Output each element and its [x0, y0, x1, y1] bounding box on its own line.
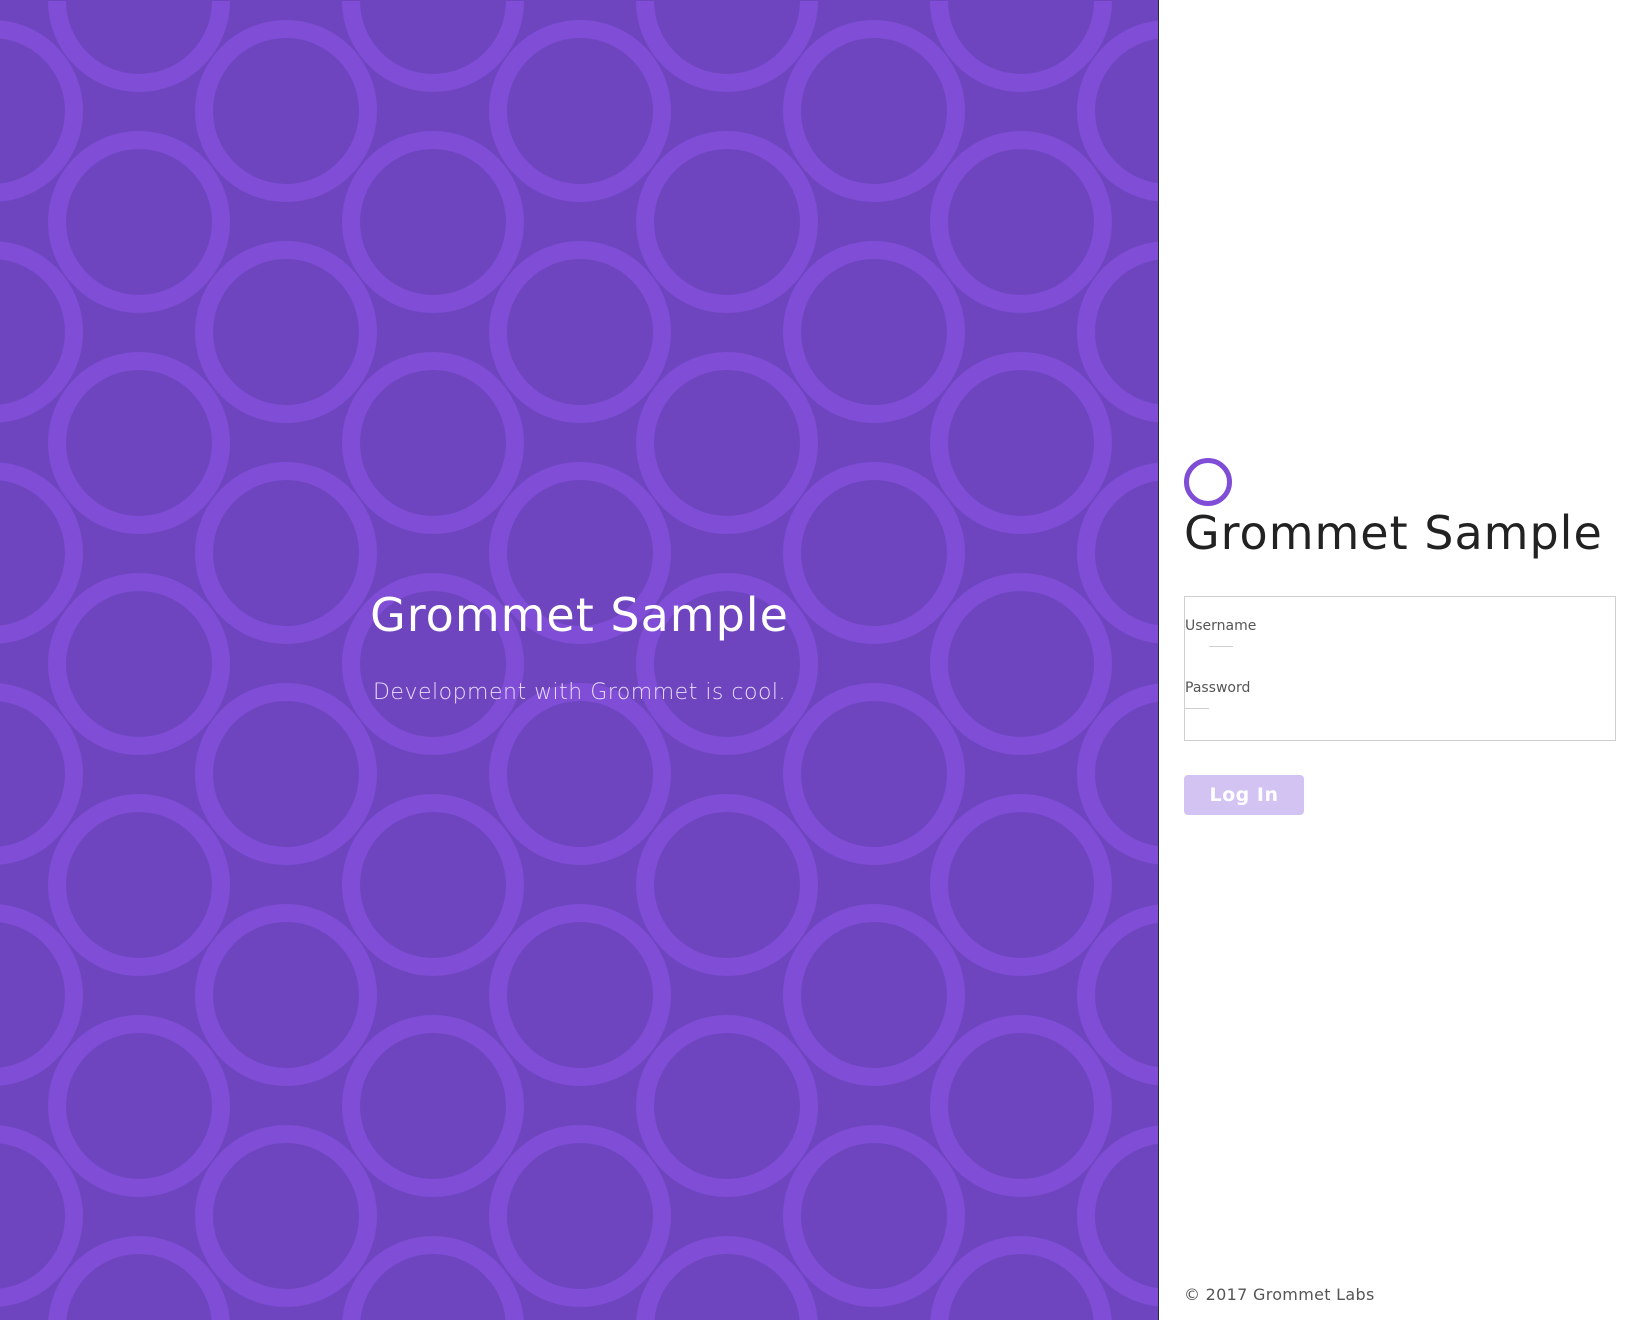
hero-subtitle: Development with Grommet is cool.	[372, 680, 787, 705]
password-input[interactable]	[1185, 698, 1615, 721]
password-field[interactable]: Password	[1185, 646, 1615, 740]
grommet-ring-icon	[1184, 458, 1232, 506]
hero-content: Grommet Sample Development with Grommet …	[0, 0, 1158, 1320]
username-input[interactable]	[1185, 636, 1615, 659]
login-panel: Grommet Sample Username Password Log In …	[1160, 0, 1640, 1320]
login-button[interactable]: Log In	[1184, 775, 1304, 815]
login-form: Username Password	[1184, 596, 1616, 741]
copyright-footer: © 2017 Grommet Labs	[1184, 1285, 1375, 1304]
hero-title: Grommet Sample	[370, 588, 789, 642]
username-field[interactable]: Username	[1185, 585, 1615, 678]
username-label: Username	[1185, 618, 1257, 634]
password-label: Password	[1185, 680, 1251, 696]
login-title: Grommet Sample	[1184, 506, 1603, 560]
hero-panel: Grommet Sample Development with Grommet …	[0, 0, 1159, 1320]
